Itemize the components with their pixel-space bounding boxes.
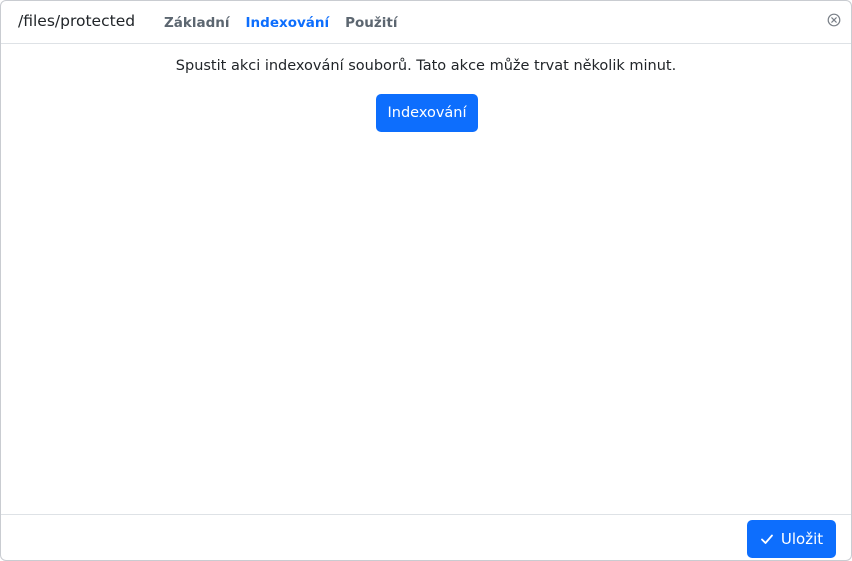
- tab-zakladni[interactable]: Základní: [164, 15, 230, 31]
- dialog-content: Spustit akci indexování souborů. Tato ak…: [1, 44, 851, 514]
- tab-indexovani[interactable]: Indexování: [246, 15, 330, 31]
- tab-bar: Základní Indexování Použití: [164, 15, 413, 31]
- dialog-footer: Uložit: [1, 514, 851, 560]
- index-message: Spustit akci indexování souborů. Tato ak…: [175, 58, 677, 74]
- save-button[interactable]: Uložit: [747, 520, 836, 558]
- dialog-header: /files/protected Základní Indexování Pou…: [1, 1, 851, 44]
- index-button[interactable]: Indexování: [376, 94, 478, 132]
- close-icon[interactable]: [827, 12, 841, 27]
- tab-pouziti[interactable]: Použití: [345, 15, 397, 31]
- dialog: /files/protected Základní Indexování Pou…: [0, 0, 852, 561]
- save-button-label: Uložit: [780, 530, 824, 548]
- dialog-title: /files/protected: [18, 12, 136, 30]
- check-icon: [760, 532, 774, 546]
